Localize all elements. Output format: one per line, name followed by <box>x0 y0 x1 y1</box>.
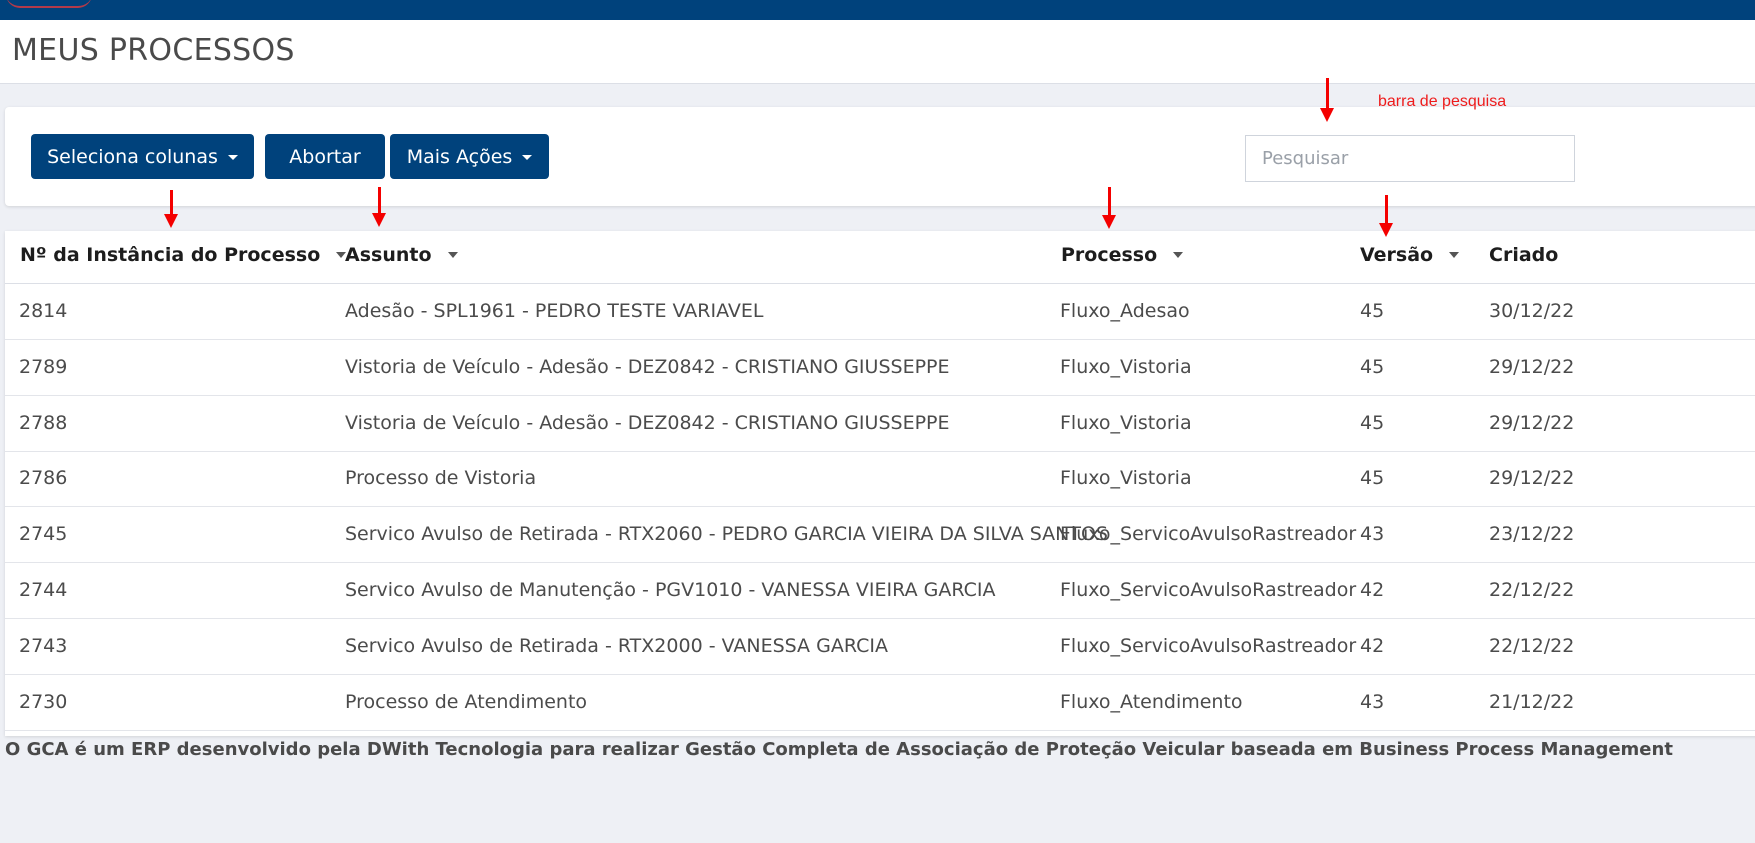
table-row[interactable]: 2786 Processo de Vistoria Fluxo_Vistoria 45… <box>5 451 1755 508</box>
cell-process: Fluxo_Vistoria <box>1060 355 1192 378</box>
cell-instance-number: 2730 <box>19 690 68 713</box>
column-header-label: Assunto <box>345 244 432 266</box>
abort-label: Abortar <box>289 145 361 168</box>
column-header-subject[interactable]: Assunto <box>345 244 458 266</box>
table-row[interactable]: 2788 Vistoria de Veículo - Adesão - DEZ08… <box>5 396 1755 452</box>
select-columns-button[interactable]: Seleciona colunas <box>31 134 254 179</box>
footer-text: O GCA é um ERP desenvolvido pela DWith T… <box>5 739 1673 760</box>
cell-version: 43 <box>1360 690 1385 713</box>
column-header-label: Criado <box>1489 244 1559 266</box>
cell-subject: Servico Avulso de Retirada - RTX2060 - P… <box>345 523 1108 546</box>
sort-caret-icon[interactable] <box>1449 252 1460 258</box>
cell-instance-number: 2788 <box>19 411 68 434</box>
cell-instance-number: 2743 <box>19 634 68 657</box>
caret-down-icon <box>522 155 533 160</box>
annotation-arrow <box>1102 187 1116 229</box>
top-navbar <box>0 0 1755 20</box>
cell-created: 21/12/22 <box>1489 690 1575 713</box>
cell-process: Fluxo_ServicoAvulsoRastreador <box>1060 523 1357 546</box>
cell-instance-number: 2745 <box>19 523 68 546</box>
column-header-process[interactable]: Processo <box>1061 244 1184 266</box>
cell-version: 45 <box>1360 467 1385 490</box>
search-bar-annotation: barra de pesquisa <box>1378 93 1507 110</box>
cell-subject: Adesão - SPL1961 - PEDRO TESTE VARIAVEL <box>345 300 764 322</box>
sort-caret-icon[interactable] <box>447 252 458 258</box>
column-header-version[interactable]: Versão <box>1360 244 1460 266</box>
cell-instance-number: 2786 <box>19 467 68 490</box>
table-row[interactable]: 2789 Vistoria de Veículo - Adesão - DEZ08… <box>5 340 1755 396</box>
cell-instance-number: 2744 <box>19 579 68 601</box>
page-title: MEUS PROCESSOS <box>12 33 295 68</box>
annotation-arrow <box>164 190 178 228</box>
cell-created: 23/12/22 <box>1489 523 1575 546</box>
annotation-arrow <box>372 187 386 227</box>
column-header-label: Nº da Instância do Processo <box>20 244 321 266</box>
column-header-instance[interactable]: Nº da Instância do Processo <box>20 244 347 266</box>
cell-version: 45 <box>1360 355 1385 378</box>
cell-instance-number: 2789 <box>19 355 68 378</box>
cell-created: 29/12/22 <box>1489 411 1575 434</box>
table-row[interactable]: 2730 Processo de Atendimento Fluxo_Atendim… <box>5 675 1755 731</box>
cell-version: 45 <box>1360 300 1385 322</box>
cell-subject: Vistoria de Veículo - Adesão - DEZ0842 -… <box>345 355 950 378</box>
cell-created: 22/12/22 <box>1489 634 1575 657</box>
cell-created: 22/12/22 <box>1489 579 1575 601</box>
select-columns-label: Seleciona colunas <box>47 145 218 168</box>
cell-subject: Processo de Vistoria <box>345 467 537 490</box>
column-header-label: Processo <box>1061 244 1158 266</box>
table-row[interactable]: 2743 Servico Avulso de Retirada - RTX2000… <box>5 619 1755 675</box>
cell-version: 43 <box>1360 523 1385 546</box>
cell-process: Fluxo_Vistoria <box>1060 411 1192 434</box>
cell-process: Fluxo_ServicoAvulsoRastreador <box>1060 579 1357 601</box>
search-input[interactable] <box>1245 135 1575 182</box>
more-actions-label: Mais Ações <box>406 145 513 168</box>
cell-created: 29/12/22 <box>1489 467 1575 490</box>
cell-version: 45 <box>1360 411 1385 434</box>
annotation-arrow <box>1320 78 1334 122</box>
abort-button[interactable]: Abortar <box>265 134 385 179</box>
table-row[interactable]: 2744 Servico Avulso de Manutenção - PGV10… <box>5 563 1755 619</box>
column-header-label: Versão <box>1360 244 1434 266</box>
caret-down-icon <box>227 155 238 160</box>
column-header-created[interactable]: Criado <box>1489 244 1558 266</box>
cell-version: 42 <box>1360 634 1385 657</box>
cell-subject: Servico Avulso de Manutenção - PGV1010 -… <box>345 579 996 601</box>
cell-subject: Vistoria de Veículo - Adesão - DEZ0842 -… <box>345 411 950 434</box>
cell-instance-number: 2814 <box>19 300 68 322</box>
cell-process: Fluxo_ServicoAvulsoRastreador <box>1060 634 1357 657</box>
cell-process: Fluxo_Atendimento <box>1060 690 1243 713</box>
cell-process: Fluxo_Adesao <box>1060 300 1190 322</box>
cell-process: Fluxo_Vistoria <box>1060 467 1192 490</box>
logo[interactable] <box>6 0 92 8</box>
cell-subject: Processo de Atendimento <box>345 690 588 713</box>
more-actions-button[interactable]: Mais Ações <box>390 134 549 179</box>
cell-created: 29/12/22 <box>1489 355 1575 378</box>
table-row[interactable]: 2745 Servico Avulso de Retirada - RTX2060… <box>5 507 1755 564</box>
table-row[interactable]: 2814 Adesão - SPL1961 - PEDRO TESTE VARIA… <box>5 284 1755 340</box>
cell-version: 42 <box>1360 579 1385 601</box>
annotation-arrow <box>1379 195 1393 237</box>
sort-caret-icon[interactable] <box>1173 252 1184 258</box>
cell-subject: Servico Avulso de Retirada - RTX2000 - V… <box>345 634 888 657</box>
cell-created: 30/12/22 <box>1489 300 1575 322</box>
